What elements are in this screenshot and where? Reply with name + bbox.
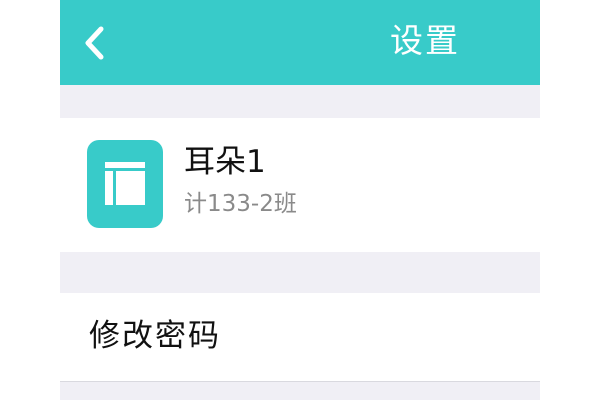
back-button[interactable] bbox=[74, 18, 114, 68]
change-password-label: 修改密码 bbox=[89, 318, 221, 354]
chevron-left-icon bbox=[85, 26, 104, 60]
page-title: 设置 bbox=[390, 21, 460, 60]
profile-card[interactable]: 耳朵1 计133-2班 bbox=[60, 118, 540, 252]
settings-screen: 设置 耳朵1 计133-2班 修改密码 bbox=[60, 0, 540, 400]
top-bar: 设置 bbox=[60, 0, 540, 85]
app-grid-icon bbox=[87, 140, 163, 228]
profile-class: 计133-2班 bbox=[184, 191, 297, 217]
change-password-item[interactable]: 修改密码 bbox=[60, 293, 540, 382]
profile-name: 耳朵1 bbox=[184, 144, 266, 180]
